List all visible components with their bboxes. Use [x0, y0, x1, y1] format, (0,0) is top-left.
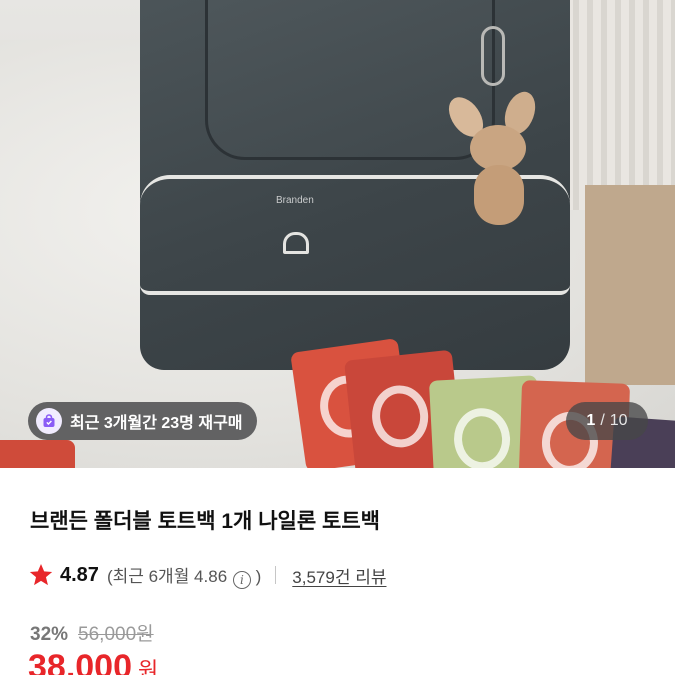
bag-brand-text: Branden — [276, 195, 314, 206]
recent-rating-close: ) — [255, 566, 262, 586]
bunny-keychain — [441, 87, 541, 235]
shopping-bag-icon — [36, 408, 62, 434]
info-icon[interactable]: i — [232, 570, 251, 589]
recent-rating: (최근 6개월 4.86 i ) — [107, 562, 261, 589]
repurchase-text: 최근 3개월간 23명 재구매 — [70, 415, 243, 432]
price-row: 32% 56,000원 — [30, 619, 154, 646]
image-counter: 1 / 10 — [566, 402, 648, 440]
tote-bag-pocket — [205, 0, 495, 160]
snack-pack-left — [0, 440, 75, 468]
rating-score: 4.87 — [60, 563, 99, 586]
product-title: 브랜든 폴더블 토트백 1개 나일론 토트백 — [30, 510, 380, 533]
sale-price-amount: 38,000 — [28, 648, 132, 675]
star-icon — [29, 563, 53, 586]
image-counter-current: 1 — [586, 412, 596, 429]
original-price: 56,000원 — [78, 624, 154, 645]
sale-price-currency: 원 — [138, 658, 159, 675]
review-count-link[interactable]: 3,579건 리뷰 — [292, 563, 386, 588]
sale-price: 38,000 원 — [28, 648, 158, 675]
discount-rate: 32% — [30, 624, 69, 645]
repurchase-badge: 최근 3개월간 23명 재구매 — [28, 402, 257, 440]
background-floor — [585, 185, 675, 385]
rating-row: 4.87 (최근 6개월 4.86 i ) 3,579건 리뷰 — [28, 561, 386, 589]
keyring — [481, 26, 505, 86]
image-counter-total: 10 — [609, 412, 628, 429]
divider — [275, 566, 277, 584]
image-counter-separator: / — [600, 412, 605, 429]
recent-rating-text: (최근 6개월 4.86 — [106, 566, 228, 586]
tote-bag-loop — [283, 232, 309, 254]
product-image-gallery[interactable]: Branden 최근 3개월간 23명 재구매 1 / 10 — [0, 0, 675, 468]
